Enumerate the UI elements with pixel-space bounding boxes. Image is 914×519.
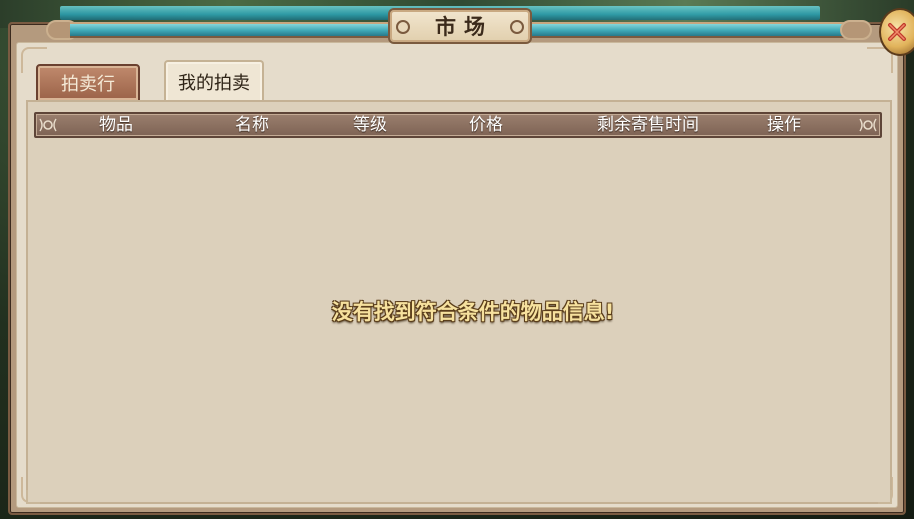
content-corner-ornament [26, 490, 40, 504]
window-title: 市场 [435, 15, 493, 39]
column-header-name: 名称 [235, 115, 269, 135]
empty-list-message: 没有找到符合条件的物品信息! [331, 300, 615, 324]
column-header-item: 物品 [99, 115, 133, 135]
table-header: 物品 名称 等级 价格 剩余寄售时间 操作 [34, 112, 882, 138]
header-ornament-right-icon [858, 116, 878, 134]
column-header-price: 价格 [469, 115, 503, 135]
column-header-level: 等级 [353, 115, 387, 135]
close-button[interactable] [879, 8, 914, 56]
window-title-plaque: 市场 [388, 8, 532, 44]
column-header-remaining-time: 剩余寄售时间 [597, 115, 699, 135]
tab-auction-house-label: 拍卖行 [61, 74, 115, 95]
content-corner-ornament [878, 490, 892, 504]
column-header-action: 操作 [767, 115, 801, 135]
header-ornament-left-icon [38, 116, 58, 134]
tab-my-auctions[interactable]: 我的拍卖 [164, 60, 264, 102]
title-strip-right [532, 22, 854, 38]
tab-auction-house[interactable]: 拍卖行 [36, 64, 140, 102]
close-x-icon [888, 23, 906, 41]
title-strip-left [70, 22, 392, 38]
title-scroll-ornament-right [840, 20, 872, 40]
tab-my-auctions-label: 我的拍卖 [178, 73, 250, 94]
